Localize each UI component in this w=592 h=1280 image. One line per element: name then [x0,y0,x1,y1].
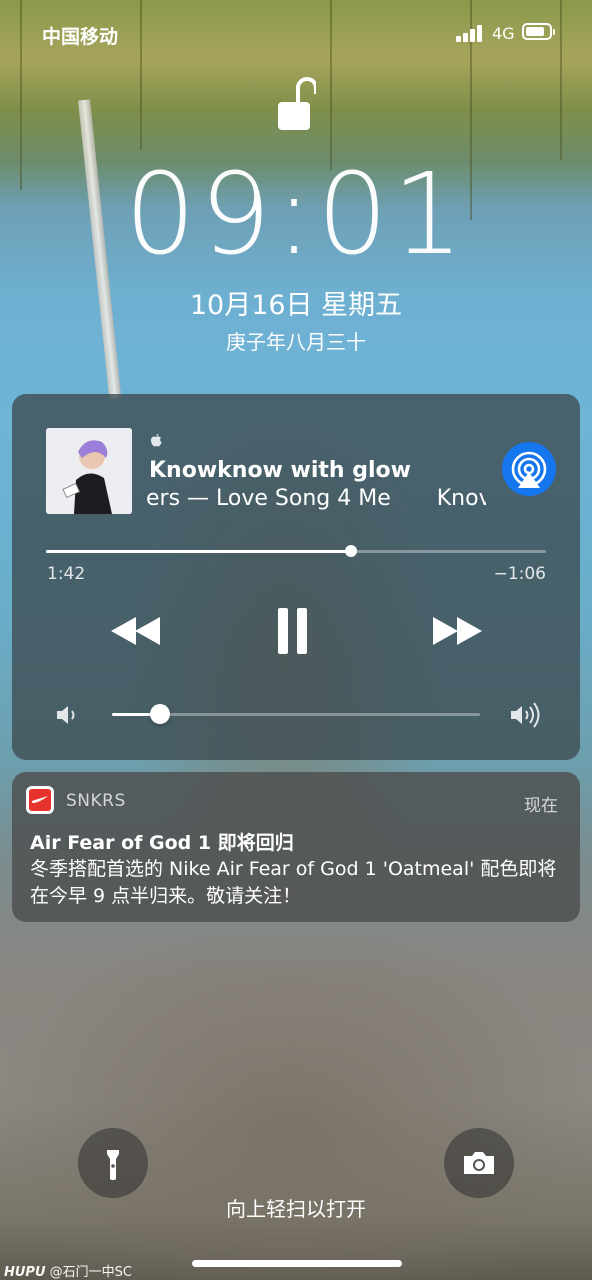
artist-track-label-next: Knov [436,486,486,511]
album-artwork[interactable] [46,428,132,514]
watermark-brand: HUPU [4,1265,46,1280]
notification-body: 冬季搭配首选的 Nike Air Fear of God 1 'Oatmeal'… [30,858,557,907]
rewind-icon [111,617,160,645]
swipe-up-hint: 向上轻扫以打开 [226,1197,366,1221]
clock-time: 09:01 [124,150,468,280]
network-type-label: 4G [492,24,515,43]
date-label: 10月16日 星期五 [189,290,403,321]
playback-progress-fill [46,550,351,553]
watermark-author: @石门一中SC [49,1265,133,1280]
fast-forward-button[interactable] [430,606,486,656]
airplay-button[interactable] [502,442,556,496]
rewind-button[interactable] [108,606,164,656]
notification-card[interactable]: SNKRS 现在 Air Fear of God 1 即将回归 冬季搭配首选的 … [12,772,580,922]
artist-track-label: ers — Love Song 4 Me [146,486,391,511]
lunar-date-label: 庚子年八月三十 [226,330,366,354]
unlocked-padlock-icon [276,74,318,134]
status-bar: 中国移动 4G [0,0,592,64]
notification-time: 现在 [524,796,558,816]
track-title: Knowknow with glow [149,458,411,483]
lock-screen: 中国移动 4G 09:01 10月16日 星期五 庚子年八月三十 Knowkno… [0,0,592,1280]
volume-slider-knob[interactable] [149,704,170,724]
remaining-time: −1:06 [493,564,546,584]
pause-icon [278,608,307,654]
snkrs-app-icon [26,786,54,814]
volume-low-icon [54,702,80,728]
signal-strength-icon [456,24,484,42]
fast-forward-icon [433,617,482,645]
now-playing-widget: Knowknow with glow ers — Love Song 4 Me K… [12,394,580,760]
airplay-icon [511,451,547,488]
carrier-label: 中国移动 [42,26,119,48]
camera-icon [464,1152,494,1174]
notification-title: Air Fear of God 1 即将回归 [30,832,294,854]
volume-high-icon [509,700,545,730]
playback-scrubber[interactable] [345,545,357,557]
flashlight-button[interactable] [78,1128,148,1198]
apple-logo-icon [150,432,162,447]
notification-app-name: SNKRS [66,791,126,811]
battery-icon [522,23,555,40]
track-subtitle-marquee: ers — Love Song 4 Me Knov [146,486,486,516]
playback-progress-bar[interactable] [46,545,546,557]
camera-button[interactable] [444,1128,514,1198]
pause-button[interactable] [274,606,314,656]
flashlight-icon [107,1150,119,1180]
volume-slider[interactable] [112,704,480,724]
watermark: HUPU @石门一中SC [4,1261,132,1280]
battery-level [526,27,544,36]
elapsed-time: 1:42 [47,564,86,584]
home-indicator[interactable] [192,1260,402,1267]
